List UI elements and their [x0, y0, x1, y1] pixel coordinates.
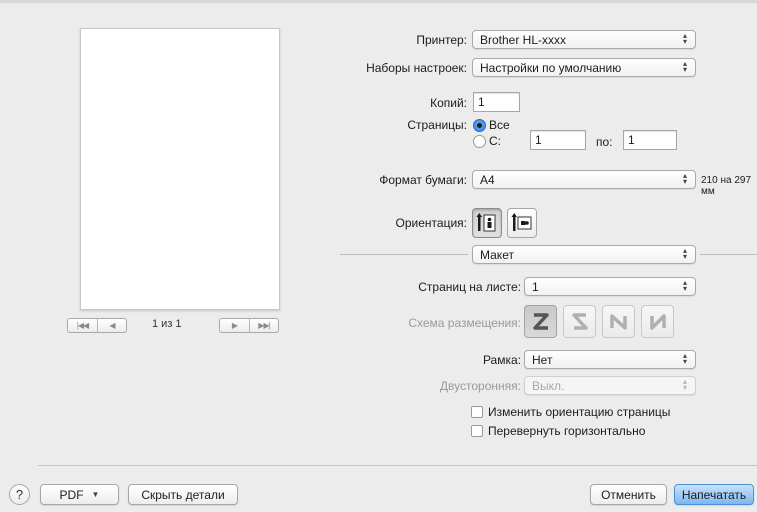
- pdf-label: PDF: [59, 487, 84, 502]
- popup-arrows-icon: ▴ ▾: [682, 377, 687, 392]
- layout-z-icon: [532, 312, 549, 330]
- hide-details-button[interactable]: Скрыть детали: [128, 484, 238, 505]
- pages-per-sheet-popup[interactable]: 1 ▴ ▾: [524, 277, 696, 296]
- flip-horizontal-label: Перевернуть горизонтально: [488, 424, 646, 438]
- landscape-icon: [511, 213, 532, 231]
- paper-dimensions: 210 на 297 мм: [701, 175, 752, 197]
- page-preview: [80, 28, 280, 310]
- pages-all-label: Все: [489, 118, 510, 132]
- layout-s-icon: [571, 312, 588, 330]
- copies-label: Копий:: [430, 96, 467, 110]
- reverse-orientation-checkbox-row[interactable]: Изменить ориентацию страницы: [471, 405, 670, 419]
- layout-direction-label: Схема размещения:: [408, 316, 521, 330]
- print-button[interactable]: Напечатать: [674, 484, 754, 505]
- popup-arrows-icon: ▴ ▾: [682, 351, 687, 366]
- help-button[interactable]: ?: [9, 484, 30, 505]
- pages-all-radio-row[interactable]: Все: [473, 118, 510, 132]
- flip-horizontal-checkbox[interactable]: [471, 425, 483, 437]
- popup-arrows-icon: ▴ ▾: [682, 171, 687, 186]
- printer-value: Brother HL-xxxx: [480, 32, 567, 47]
- border-value: Нет: [532, 352, 553, 367]
- flip-horizontal-checkbox-row[interactable]: Перевернуть горизонтально: [471, 424, 645, 438]
- last-page-button[interactable]: ▶▶|: [249, 319, 278, 332]
- pages-from-label: С:: [489, 134, 501, 148]
- two-sided-popup[interactable]: Выкл. ▴ ▾: [524, 376, 696, 395]
- reverse-orientation-checkbox[interactable]: [471, 406, 483, 418]
- layout-n-reverse-button[interactable]: [602, 305, 635, 338]
- paper-size-value: A4: [480, 172, 495, 187]
- border-popup[interactable]: Нет ▴ ▾: [524, 350, 696, 369]
- portrait-icon: [476, 213, 496, 232]
- radio-all[interactable]: [473, 118, 486, 132]
- copies-field[interactable]: 1: [473, 92, 520, 112]
- layout-n-reverse-icon: [609, 313, 627, 330]
- popup-arrows-icon: ▴ ▾: [682, 246, 687, 261]
- pages-label: Страницы:: [407, 118, 467, 132]
- layout-z-button[interactable]: [524, 305, 557, 338]
- printer-label: Принтер:: [416, 33, 467, 47]
- border-label: Рамка:: [482, 353, 521, 367]
- title-bar-edge: [0, 0, 757, 3]
- presets-label: Наборы настроек:: [366, 61, 467, 75]
- first-page-button[interactable]: |◀◀: [68, 319, 97, 332]
- layout-s-button[interactable]: [563, 305, 596, 338]
- pages-from-field[interactable]: 1: [530, 130, 586, 150]
- pdf-menu-button[interactable]: PDF ▼: [40, 484, 119, 505]
- section-popup[interactable]: Макет ▴ ▾: [472, 245, 696, 264]
- layout-n-button[interactable]: [641, 305, 674, 338]
- orientation-portrait-button[interactable]: [472, 208, 502, 238]
- previous-page-button[interactable]: ◀: [97, 319, 126, 332]
- next-page-button[interactable]: ▶: [220, 319, 249, 332]
- pages-range-radio-row[interactable]: С:: [473, 134, 501, 148]
- pages-to-field[interactable]: 1: [623, 130, 677, 150]
- orientation-label: Ориентация:: [395, 216, 467, 230]
- reverse-orientation-label: Изменить ориентацию страницы: [488, 405, 671, 419]
- pages-per-sheet-value: 1: [532, 279, 539, 294]
- presets-popup[interactable]: Настройки по умолчанию ▴ ▾: [472, 58, 696, 77]
- printer-popup[interactable]: Brother HL-xxxx ▴ ▾: [472, 30, 696, 49]
- preview-nav-back-group: |◀◀ ◀: [67, 318, 127, 333]
- section-separator-right: [700, 254, 757, 255]
- cancel-button[interactable]: Отменить: [590, 484, 667, 505]
- radio-range[interactable]: [473, 134, 486, 148]
- footer-separator: [38, 465, 757, 466]
- popup-arrows-icon: ▴ ▾: [682, 31, 687, 46]
- pages-to-label: по:: [596, 135, 613, 149]
- presets-value: Настройки по умолчанию: [480, 60, 622, 75]
- orientation-landscape-button[interactable]: [507, 208, 537, 238]
- chevron-down-icon: ▼: [91, 490, 100, 499]
- section-value: Макет: [480, 247, 514, 262]
- preview-nav-forward-group: ▶ ▶▶|: [219, 318, 279, 333]
- paper-size-label: Формат бумаги:: [379, 173, 467, 187]
- section-separator-left: [340, 254, 468, 255]
- pages-per-sheet-label: Страниц на листе:: [418, 280, 521, 294]
- paper-size-popup[interactable]: A4 ▴ ▾: [472, 170, 696, 189]
- popup-arrows-icon: ▴ ▾: [682, 59, 687, 74]
- two-sided-value: Выкл.: [532, 378, 565, 393]
- layout-n-icon: [649, 313, 666, 330]
- page-indicator: 1 из 1: [152, 318, 182, 330]
- popup-arrows-icon: ▴ ▾: [682, 278, 687, 293]
- two-sided-label: Двусторонняя:: [439, 379, 521, 393]
